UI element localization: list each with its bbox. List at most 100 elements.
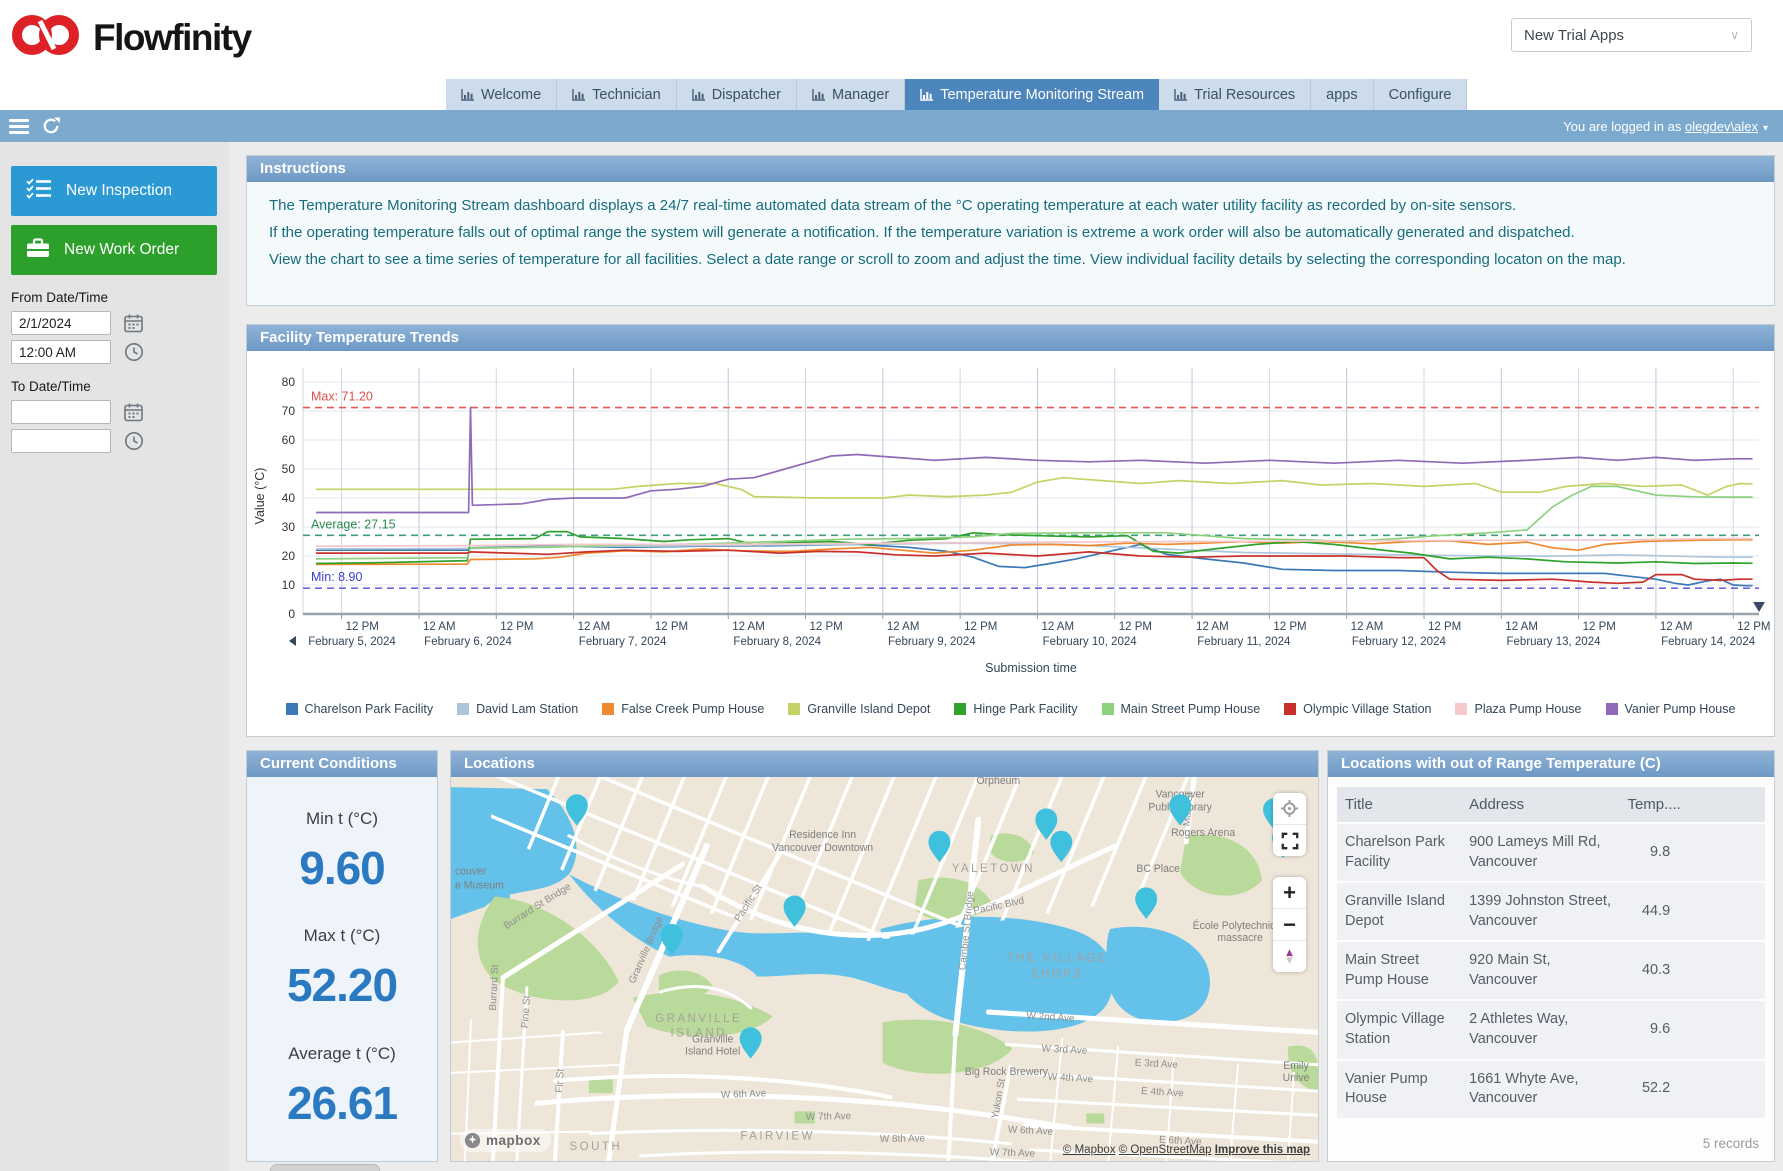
x-tick-label: 12 PM <box>964 621 997 633</box>
page: Flowfinity New Trial Apps ∨ WelcomeTechn… <box>0 0 1783 1171</box>
table-row[interactable]: Olympic Village Station2 Athletes Way, V… <box>1337 1001 1765 1058</box>
y-tick-label: 10 <box>282 578 296 592</box>
mapbox-attribution-link[interactable]: © Mapbox <box>1063 1144 1116 1156</box>
from-time-input[interactable] <box>11 340 111 364</box>
legend-item[interactable]: Granville Island Depot <box>788 702 930 716</box>
map-label: Big Rock Brewery <box>965 1066 1049 1078</box>
geolocate-button[interactable] <box>1273 793 1306 825</box>
chart-icon <box>692 89 705 101</box>
tab-dispatcher[interactable]: Dispatcher <box>677 79 797 110</box>
tab-manager[interactable]: Manager <box>797 79 905 110</box>
calendar-icon[interactable] <box>124 314 143 333</box>
y-tick-label: 50 <box>282 462 296 476</box>
mapbox-logo-icon <box>464 1132 481 1149</box>
zoom-in-button[interactable]: + <box>1273 877 1306 909</box>
map-label: Pine St <box>520 995 533 1029</box>
fullscreen-button[interactable] <box>1273 825 1306 856</box>
x-date-label: February 11, 2024 <box>1197 636 1291 648</box>
legend-item[interactable]: David Lam Station <box>457 702 578 716</box>
x-date-label: February 7, 2024 <box>579 636 667 648</box>
table-row[interactable]: Main Street Pump House920 Main St, Vanco… <box>1337 942 1765 999</box>
osm-attribution-link[interactable]: © OpenStreetMap <box>1119 1144 1212 1156</box>
flowfinity-logo: Flowfinity <box>12 11 251 64</box>
range-handle-icon <box>1753 602 1765 612</box>
table-column-header[interactable] <box>1692 787 1765 822</box>
to-time-input[interactable] <box>11 429 111 453</box>
horizontal-scrollbar-thumb[interactable] <box>270 1164 380 1171</box>
login-prefix: You are logged in as <box>1563 119 1681 134</box>
to-datetime-label: To Date/Time <box>11 379 229 394</box>
improve-map-link[interactable]: Improve this map <box>1215 1144 1310 1156</box>
map-label: Unive <box>1283 1072 1310 1084</box>
legend-item[interactable]: Plaza Pump House <box>1455 702 1581 716</box>
new-inspection-button[interactable]: New Inspection <box>11 166 217 216</box>
map-label: Orpheum <box>977 777 1021 787</box>
table-column-header[interactable]: Title <box>1337 787 1461 822</box>
tab-apps[interactable]: apps <box>1311 79 1373 110</box>
map-canvas[interactable]: Burrard St BridgeGranville BridgePacific… <box>451 777 1318 1161</box>
hamburger-menu-icon[interactable] <box>9 119 29 134</box>
user-menu-caret-icon[interactable]: ▾ <box>1763 123 1768 134</box>
mapbox-logo[interactable]: mapbox <box>460 1129 551 1152</box>
current-conditions-title: Current Conditions <box>247 751 437 777</box>
map-label: Granville <box>692 1033 733 1045</box>
from-date-input[interactable] <box>11 311 111 335</box>
compass-button[interactable] <box>1273 941 1306 972</box>
calendar-icon[interactable] <box>124 403 143 422</box>
username-link[interactable]: olegdev\alex <box>1685 119 1758 134</box>
x-tick-label: 12 PM <box>346 621 379 633</box>
chart-icon <box>812 89 825 101</box>
map-label: couver <box>455 865 487 877</box>
map-svg: Burrard St BridgeGranville BridgePacific… <box>451 777 1318 1161</box>
out-of-range-table-panel: Locations with out of Range Temperature … <box>1327 750 1775 1162</box>
tab-temperature-monitoring-stream[interactable]: Temperature Monitoring Stream <box>905 79 1159 110</box>
clock-icon[interactable] <box>124 431 144 451</box>
chart-svg: Max: 71.20Average: 27.15Min: 8.900102030… <box>247 356 1772 696</box>
fullscreen-icon <box>1281 832 1299 850</box>
map-label: W 7th Ave <box>806 1111 852 1123</box>
legend-item[interactable]: Main Street Pump House <box>1102 702 1261 716</box>
x-tick-label: 12 PM <box>1737 621 1770 633</box>
x-date-label: February 13, 2024 <box>1507 636 1602 648</box>
legend-item[interactable]: False Creek Pump House <box>602 702 764 716</box>
new-work-order-label: New Work Order <box>64 241 179 259</box>
tab-technician[interactable]: Technician <box>557 79 677 110</box>
x-date-label: February 14, 2024 <box>1661 636 1756 648</box>
to-date-input[interactable] <box>11 400 111 424</box>
legend-item[interactable]: Olympic Village Station <box>1284 702 1431 716</box>
new-work-order-button[interactable]: New Work Order <box>11 225 217 275</box>
table-column-header[interactable]: Temp.... <box>1619 787 1692 822</box>
current-condition-item: Min t (°C)9.60 <box>299 809 385 895</box>
out-of-range-table-body: TitleAddressTemp.... Charelson Park Faci… <box>1328 777 1774 1161</box>
map-label: E 3rd Ave <box>1135 1058 1179 1071</box>
chart-plot[interactable]: Max: 71.20Average: 27.15Min: 8.900102030… <box>247 356 1774 701</box>
table-row[interactable]: Charelson Park Facility900 Lameys Mill R… <box>1337 824 1765 881</box>
table-row[interactable]: Vanier Pump House1661 Whyte Ave, Vancouv… <box>1337 1061 1765 1118</box>
zoom-out-button[interactable]: − <box>1273 909 1306 941</box>
clock-icon[interactable] <box>124 342 144 362</box>
refresh-icon[interactable] <box>41 116 61 136</box>
mapbox-logo-text: mapbox <box>486 1133 541 1148</box>
tab-welcome[interactable]: Welcome <box>446 79 557 110</box>
chart-icon <box>1174 89 1187 101</box>
legend-item[interactable]: Hinge Park Facility <box>954 702 1077 716</box>
tab-trial-resources[interactable]: Trial Resources <box>1159 79 1311 110</box>
x-tick-label: 12 PM <box>1428 621 1461 633</box>
tab-configure[interactable]: Configure <box>1374 79 1468 110</box>
chart-panel: Facility Temperature Trends Max: 71.20Av… <box>246 324 1775 737</box>
legend-item[interactable]: Vanier Pump House <box>1606 702 1736 716</box>
app-selector-value: New Trial Apps <box>1524 27 1624 44</box>
map-label: SOUTH <box>570 1141 623 1153</box>
table-row[interactable]: Granville Island Depot1399 Johnston Stre… <box>1337 883 1765 940</box>
table-column-header[interactable]: Address <box>1461 787 1619 822</box>
y-tick-label: 60 <box>282 433 296 447</box>
map-control-group-zoom: + − <box>1273 877 1306 972</box>
app-selector-dropdown[interactable]: New Trial Apps ∨ <box>1511 18 1752 52</box>
legend-item[interactable]: Charelson Park Facility <box>286 702 434 716</box>
x-tick-label: 12 PM <box>1273 621 1306 633</box>
map-label: Residence Inn <box>789 829 856 841</box>
instructions-paragraph: If the operating temperature falls out o… <box>269 224 1752 241</box>
scroll-left-arrow <box>289 636 296 646</box>
annotation-label: Average: 27.15 <box>311 517 396 531</box>
series-line <box>316 408 1753 513</box>
